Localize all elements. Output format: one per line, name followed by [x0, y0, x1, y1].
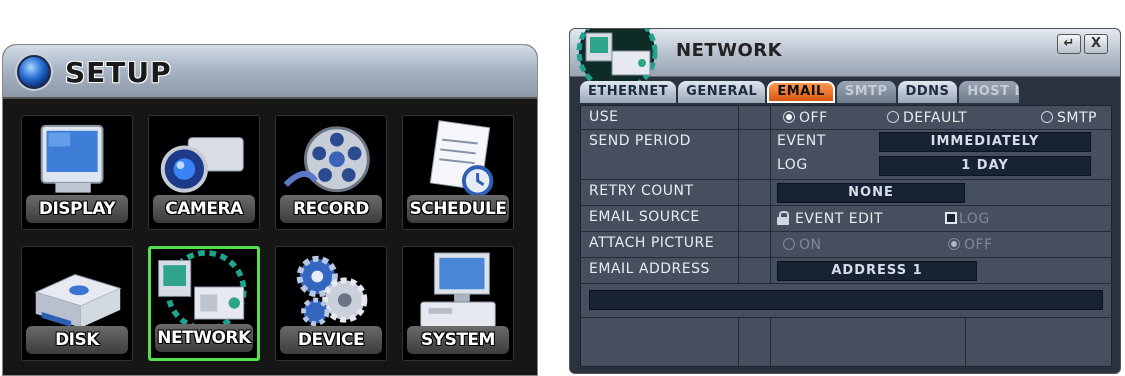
row-spacer — [739, 232, 771, 257]
log-checkbox-label: LOG — [959, 211, 990, 227]
tab-ddns[interactable]: DDNS — [897, 81, 958, 103]
email-address-label: EMAIL ADDRESS — [581, 258, 739, 283]
attach-on-option[interactable]: ON — [783, 237, 822, 253]
enter-button[interactable]: ↵ — [1057, 34, 1081, 54]
use-off-option[interactable]: OFF — [783, 110, 828, 126]
retry-count-label: RETRY COUNT — [581, 180, 739, 205]
attach-on-label: ON — [799, 237, 822, 253]
email-settings-form: USE OFF DEFAULT SMTP SEND PERIOD EVENT I… — [580, 105, 1113, 368]
row-spacer — [739, 106, 771, 129]
setup-menu-grid: DISPLAY CAMERA RECORD SCHEDULE DISK NETW… — [21, 115, 521, 361]
tile-label: RECORD — [280, 195, 382, 223]
row-use: USE OFF DEFAULT SMTP — [581, 106, 1113, 130]
tile-camera[interactable]: CAMERA — [148, 115, 260, 230]
use-off-label: OFF — [799, 110, 828, 126]
tile-label: CAMERA — [153, 195, 255, 223]
lock-icon — [777, 211, 789, 225]
row-address-input — [581, 284, 1113, 318]
network-window: NETWORK ↵ X ETHERNET GENERAL EMAIL SMTP … — [569, 28, 1121, 374]
row-email-address: EMAIL ADDRESS ADDRESS 1 — [581, 258, 1113, 284]
row-send-period: SEND PERIOD EVENT IMMEDIATELY LOG 1 DAY — [581, 130, 1113, 180]
tab-smtp[interactable]: SMTP — [836, 81, 896, 103]
radio-icon — [783, 111, 795, 123]
setup-title: SETUP — [65, 56, 172, 89]
network-title: NETWORK — [676, 40, 783, 61]
use-label: USE — [581, 106, 739, 129]
use-default-label: DEFAULT — [903, 110, 968, 126]
attach-picture-label: ATTACH PICTURE — [581, 232, 739, 257]
attach-off-option[interactable]: OFF — [948, 237, 993, 253]
setup-titlebar: SETUP — [3, 45, 537, 99]
log-label: LOG — [777, 157, 808, 173]
row-spacer — [739, 258, 771, 283]
close-button[interactable]: X — [1084, 34, 1108, 54]
row-spacer — [739, 180, 771, 205]
event-edit-label: EVENT EDIT — [795, 211, 884, 227]
email-source-label: EMAIL SOURCE — [581, 206, 739, 231]
send-period-label: SEND PERIOD — [581, 130, 739, 179]
network-tabs: ETHERNET GENERAL EMAIL SMTP DDNS HOST L — [580, 81, 1020, 103]
tile-record[interactable]: RECORD — [275, 115, 387, 230]
event-period-select[interactable]: IMMEDIATELY — [879, 132, 1091, 152]
use-default-option[interactable]: DEFAULT — [887, 110, 967, 126]
tab-host[interactable]: HOST L — [959, 81, 1020, 103]
tile-disk[interactable]: DISK — [21, 246, 133, 361]
tile-network[interactable]: NETWORK — [148, 246, 260, 361]
tile-label: SYSTEM — [407, 326, 509, 354]
tile-label: DISK — [26, 326, 128, 354]
retry-count-select[interactable]: NONE — [777, 183, 965, 203]
attach-off-label: OFF — [964, 237, 993, 253]
row-retry-count: RETRY COUNT NONE — [581, 180, 1113, 206]
use-smtp-label: SMTP — [1057, 110, 1097, 126]
tile-schedule[interactable]: SCHEDULE — [402, 115, 514, 230]
tile-display[interactable]: DISPLAY — [21, 115, 133, 230]
tile-label: NETWORK — [155, 324, 253, 352]
use-smtp-option[interactable]: SMTP — [1041, 110, 1097, 126]
tab-email[interactable]: EMAIL — [767, 81, 835, 103]
tile-label: SCHEDULE — [407, 195, 509, 223]
tile-device[interactable]: DEVICE — [275, 246, 387, 361]
tab-ethernet[interactable]: ETHERNET — [580, 81, 677, 103]
checkbox-icon — [945, 212, 957, 224]
radio-icon — [783, 238, 795, 250]
event-edit-button[interactable]: EVENT EDIT — [777, 211, 883, 227]
tile-label: DISPLAY — [26, 195, 128, 223]
empty-cell — [739, 318, 771, 368]
email-address-input[interactable] — [589, 290, 1103, 310]
window-buttons: ↵ X — [1057, 34, 1108, 54]
tab-general[interactable]: GENERAL — [678, 81, 766, 103]
tile-label: DEVICE — [280, 326, 382, 354]
event-label: EVENT — [777, 133, 826, 149]
radio-icon — [1041, 111, 1053, 123]
setup-orb-icon — [17, 55, 51, 89]
divider — [965, 318, 966, 368]
setup-window: SETUP DISPLAY CAMERA RECORD SCHEDULE DIS… — [2, 44, 538, 376]
row-attach-picture: ATTACH PICTURE ON OFF — [581, 232, 1113, 258]
log-checkbox[interactable]: LOG — [945, 211, 990, 227]
row-spacer — [739, 206, 771, 231]
log-period-select[interactable]: 1 DAY — [879, 156, 1091, 176]
radio-icon — [887, 111, 899, 123]
empty-cell — [581, 318, 739, 368]
email-address-select[interactable]: ADDRESS 1 — [777, 261, 977, 281]
row-spacer — [739, 130, 771, 179]
empty-row — [581, 318, 1113, 368]
row-email-source: EMAIL SOURCE EVENT EDIT LOG — [581, 206, 1113, 232]
radio-icon — [948, 238, 960, 250]
tile-system[interactable]: SYSTEM — [402, 246, 514, 361]
